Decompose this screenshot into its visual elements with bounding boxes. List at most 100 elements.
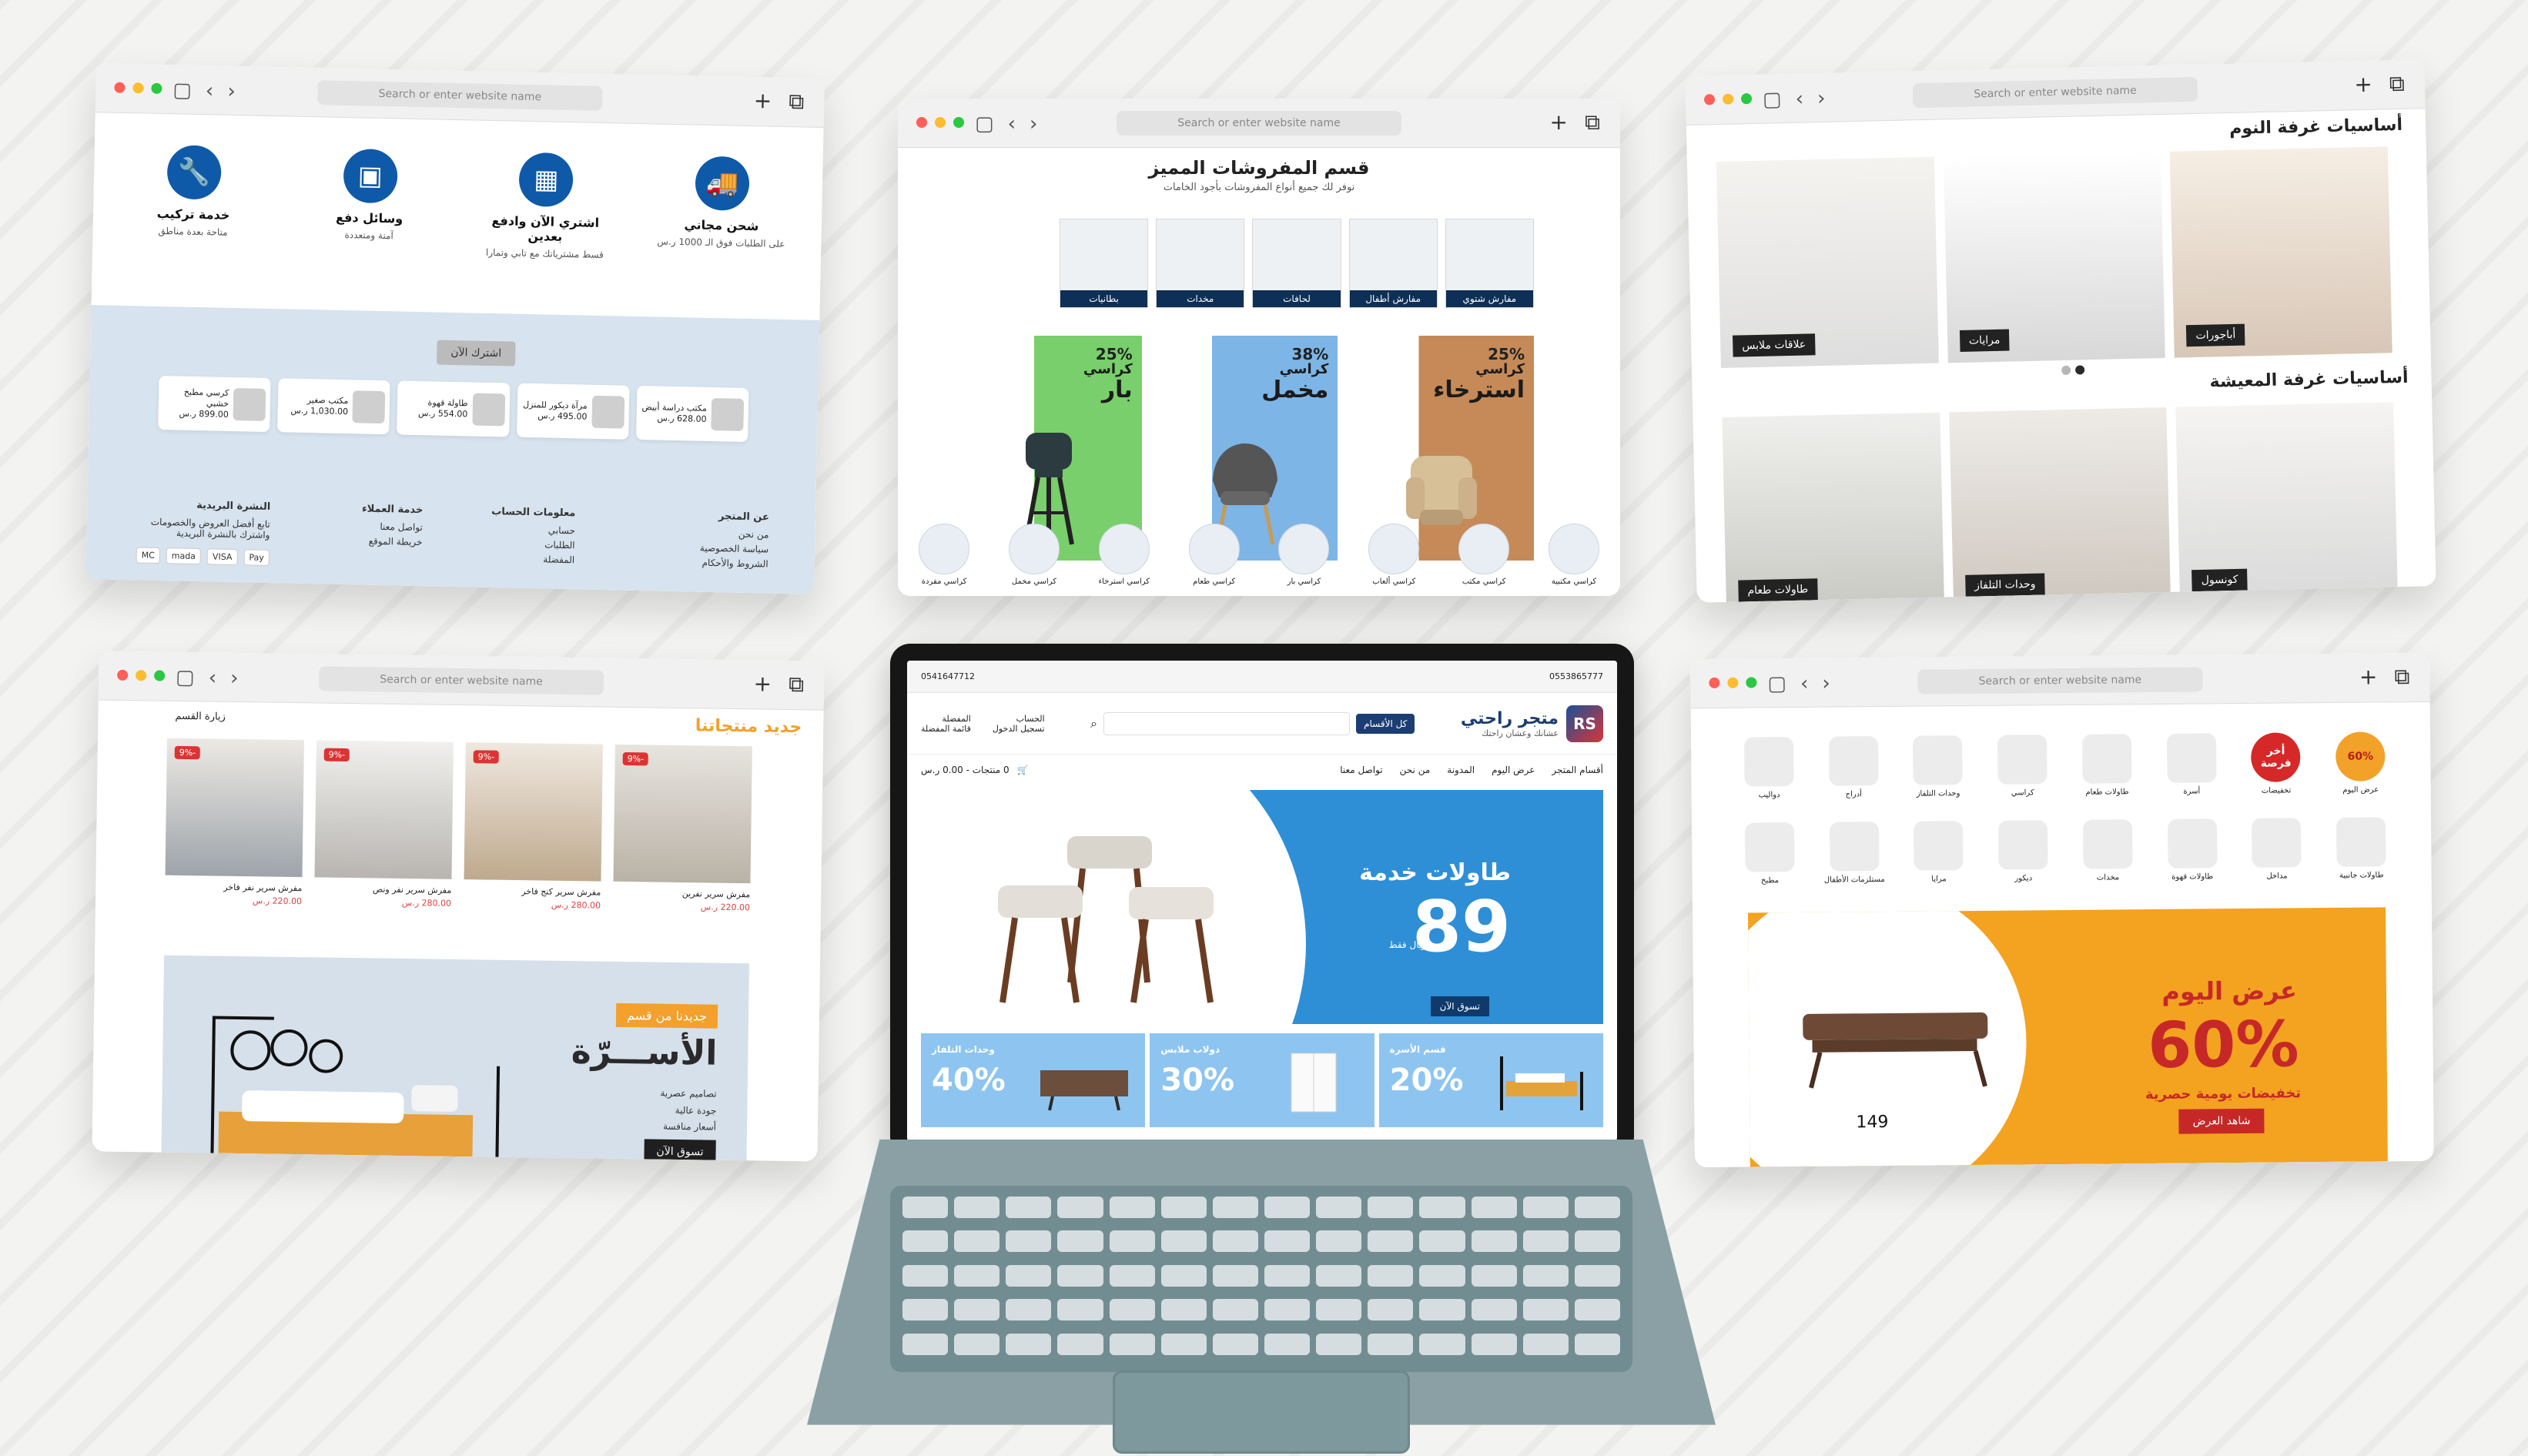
category-item[interactable]: أخر فرصة تخفيضات — [2234, 732, 2319, 795]
keyboard-key[interactable] — [1471, 1333, 1517, 1355]
daily-offer-banner[interactable]: 149 عرض اليوم 60% تخفيضات يومية حصرية شا… — [1748, 907, 2388, 1167]
essential-tile[interactable]: كونسول — [2175, 402, 2398, 603]
keyboard-key[interactable] — [1160, 1264, 1207, 1287]
keyboard-key[interactable] — [902, 1230, 949, 1253]
navigation-controls[interactable]: ▢ ‹ › — [172, 79, 236, 103]
category-item[interactable]: مرايا — [1896, 821, 1981, 884]
address-bar[interactable]: Search or enter website name — [318, 666, 604, 695]
keyboard-key[interactable] — [1057, 1299, 1103, 1321]
product-card[interactable]: مرآة ديكور للمنزل 495.00 ر.س — [516, 383, 630, 440]
keyboard-key[interactable] — [1264, 1333, 1311, 1355]
keyboard-key[interactable] — [1212, 1333, 1258, 1355]
category-item[interactable]: طاولات طعام — [2064, 734, 2149, 797]
keyboard-key[interactable] — [1368, 1230, 1414, 1253]
subscribe-button[interactable]: اشترك الآن — [437, 340, 516, 367]
keyboard-key[interactable] — [1316, 1230, 1362, 1253]
keyboard-key[interactable] — [1160, 1197, 1207, 1218]
mini-category[interactable]: كراسي مخمل — [1006, 524, 1062, 591]
keyboard-key[interactable] — [954, 1230, 1000, 1253]
keyboard-key[interactable] — [1574, 1333, 1620, 1355]
category-item[interactable]: طاولات جانبية — [2319, 817, 2403, 880]
section-link[interactable]: زيارة القسم — [175, 711, 226, 723]
account-link[interactable]: الحساب تسجيل الدخول — [993, 714, 1045, 734]
keyboard-key[interactable] — [954, 1299, 1000, 1321]
mini-category[interactable]: كراسي استرخاء — [1097, 524, 1152, 591]
category-item[interactable]: أدراج — [1811, 736, 1896, 799]
keyboard-key[interactable] — [1522, 1299, 1569, 1321]
category-item[interactable]: دواليب — [1726, 737, 1811, 800]
keyboard-key[interactable] — [1212, 1299, 1258, 1321]
keyboard-key[interactable] — [1368, 1264, 1414, 1287]
keyboard-key[interactable] — [1419, 1264, 1465, 1287]
menu-item[interactable]: عرض اليوم — [1492, 765, 1535, 775]
keyboard-key[interactable] — [1419, 1197, 1465, 1218]
promo-card[interactable]: قسم الأسرة 20% — [1378, 1033, 1603, 1127]
keyboard-key[interactable] — [1006, 1230, 1052, 1253]
keyboard-key[interactable] — [1316, 1333, 1362, 1355]
essential-tile[interactable]: مرايات — [1943, 151, 2166, 363]
menu-item[interactable]: أقسام المتجر — [1552, 765, 1603, 775]
browser-actions[interactable]: + ⧉ — [2354, 71, 2405, 98]
menu-item[interactable]: من نحن — [1400, 765, 1431, 775]
essential-tile[interactable]: أباجورات — [2170, 146, 2392, 358]
search-category[interactable]: كل الأقسام — [1356, 713, 1415, 734]
keyboard-key[interactable] — [1160, 1299, 1207, 1321]
category-item[interactable]: مخدات — [2065, 819, 2150, 882]
category-item[interactable]: مداخل — [2234, 818, 2319, 881]
mini-category[interactable]: كراسي بار — [1276, 524, 1331, 591]
keyboard-key[interactable] — [1006, 1299, 1052, 1321]
address-bar[interactable]: Search or enter website name — [1117, 111, 1401, 136]
keyboard-key[interactable] — [1316, 1299, 1362, 1321]
mini-category[interactable]: كراسي مفردة — [916, 524, 972, 591]
promo-card[interactable]: دولاب ملابس 30% — [1150, 1033, 1374, 1127]
navigation-controls[interactable]: ▢ ‹ › — [975, 112, 1037, 136]
keyboard-key[interactable] — [1419, 1230, 1465, 1253]
keyboard-key[interactable] — [902, 1299, 949, 1321]
hero-shop-button[interactable]: تسوق الآن — [1430, 996, 1489, 1016]
product-card[interactable]: -9% مفرش سرير نفر ونص 280.00 ر.س — [314, 740, 454, 909]
keyboard-key[interactable] — [1574, 1230, 1620, 1253]
navigation-controls[interactable]: ▢ ‹ › — [1767, 672, 1830, 696]
product-card[interactable]: -9% مفرش سرير نفرين 220.00 ر.س — [613, 744, 752, 912]
keyboard-key[interactable] — [1471, 1264, 1517, 1287]
keyboard-key[interactable] — [1057, 1230, 1103, 1253]
keyboard-key[interactable] — [1471, 1230, 1517, 1253]
product-card[interactable]: طاولة قهوة 554.00 ر.س — [397, 380, 511, 437]
keyboard-key[interactable] — [954, 1264, 1000, 1287]
mini-category[interactable]: كراسي مكتبية — [1546, 524, 1602, 591]
address-bar[interactable]: Search or enter website name — [1912, 76, 2198, 109]
keyboard-key[interactable] — [1264, 1299, 1311, 1321]
essential-tile[interactable]: وحدات التلفاز — [1949, 407, 2171, 603]
mini-category[interactable]: كراسي ألعاب — [1366, 524, 1421, 591]
keyboard-key[interactable] — [1109, 1230, 1155, 1253]
category-item[interactable]: وحدات التلفاز — [1896, 735, 1981, 798]
keyboard-key[interactable] — [1212, 1230, 1258, 1253]
shop-now-button[interactable]: تسوق الآن — [644, 1139, 716, 1162]
mini-category[interactable]: كراسي مكتب — [1456, 524, 1512, 591]
keyboard-key[interactable] — [1212, 1264, 1258, 1287]
keyboard-key[interactable] — [954, 1197, 1000, 1218]
product-card[interactable]: مكتب صغير 1,030.00 ر.س — [277, 378, 390, 435]
keyboard-key[interactable] — [1574, 1264, 1620, 1287]
menu-item[interactable]: المدونة — [1447, 765, 1475, 775]
keyboard-key[interactable] — [1419, 1299, 1465, 1321]
keyboard-key[interactable] — [902, 1264, 949, 1287]
category-item[interactable]: طاولات قهوة — [2150, 818, 2235, 882]
category-item[interactable]: ديكور — [1981, 820, 2065, 883]
keyboard-key[interactable] — [1368, 1333, 1414, 1355]
product-card[interactable]: -9% مفرش سرير نفر فاخر 220.00 ر.س — [165, 738, 304, 906]
navigation-controls[interactable]: ▢ ‹ › — [176, 666, 239, 690]
navigation-controls[interactable]: ▢ ‹ › — [1763, 87, 1826, 112]
keyboard-key[interactable] — [1264, 1264, 1311, 1287]
essential-tile[interactable]: طاولات طعام — [1722, 412, 1944, 603]
keyboard-key[interactable] — [1057, 1264, 1103, 1287]
essential-tile[interactable]: علاقات ملابس — [1716, 156, 1939, 369]
keyboard-key[interactable] — [1160, 1230, 1207, 1253]
beds-promo-banner[interactable]: جديدنا من قسم الأســـرّة تصاميم عصرية جو… — [160, 955, 749, 1162]
store-logo[interactable]: RS متجر راحتي عشانك وعشان راحتك — [1461, 705, 1603, 742]
keyboard[interactable] — [890, 1186, 1632, 1372]
keyboard-key[interactable] — [1574, 1299, 1620, 1321]
keyboard-key[interactable] — [1522, 1264, 1569, 1287]
keyboard-key[interactable] — [1109, 1333, 1155, 1355]
keyboard-key[interactable] — [1316, 1197, 1362, 1218]
